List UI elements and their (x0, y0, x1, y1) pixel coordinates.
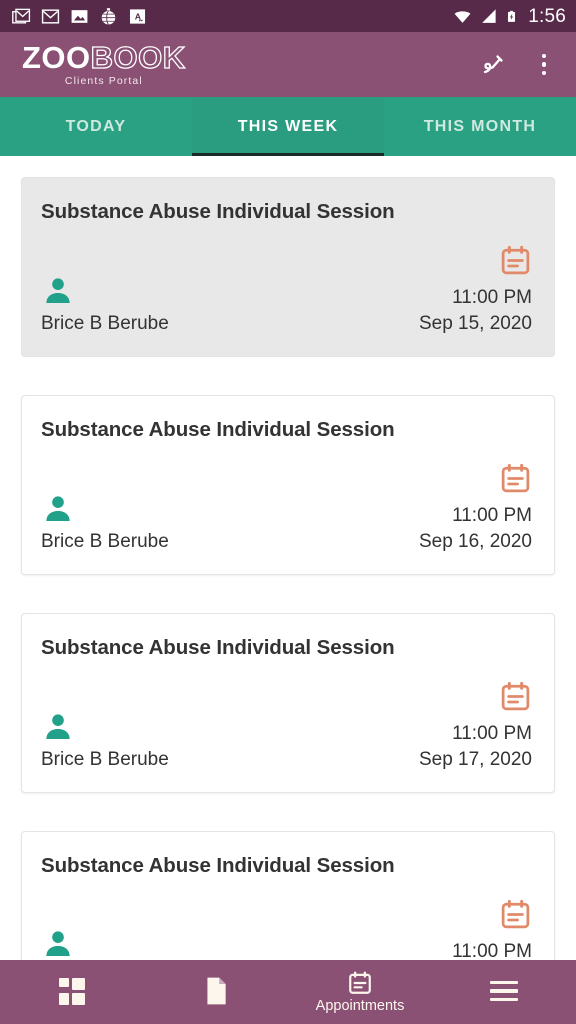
person-icon (46, 931, 70, 957)
status-bar-system: 1:56 (453, 7, 566, 26)
appointment-date: Sep 15, 2020 (418, 313, 532, 334)
app-logo: ZOO BOOK Clients Portal (22, 40, 186, 87)
appointment-client-name: Brice B Berube (41, 531, 169, 552)
appointment-date: Sep 17, 2020 (418, 749, 532, 770)
appointment-time: 11:00 PM (452, 287, 532, 308)
nav-item-documents[interactable] (144, 960, 288, 1024)
status-bar: A 1:56 (0, 0, 576, 32)
appointment-title: Substance Abuse Individual Session (41, 854, 395, 877)
appointment-time: 11:00 PM (452, 505, 532, 526)
overflow-menu-icon (541, 53, 547, 76)
appointment-client (41, 927, 75, 960)
logo-zoo-text: ZOO (22, 40, 91, 75)
document-icon (207, 977, 226, 1005)
appointment-client-name: Brice B Berube (41, 313, 169, 334)
appointment-when: 11:00 PM Sep 17, 2020 (419, 680, 532, 772)
appointment-card[interactable]: Substance Abuse Individual Session 11:00… (21, 831, 555, 960)
hamburger-menu-icon (490, 980, 518, 1002)
calendar-icon (501, 681, 530, 711)
calendar-icon (501, 899, 530, 929)
status-bar-notifications: A (12, 7, 147, 26)
tab-today-label: TODAY (65, 117, 127, 135)
appointment-client-name: Brice B Berube (41, 749, 169, 770)
appointment-time: 11:00 PM (452, 723, 532, 744)
app-bar-actions (478, 50, 558, 80)
logo-text-row: ZOO BOOK (22, 40, 186, 75)
appointment-title: Substance Abuse Individual Session (41, 418, 395, 441)
appointment-details: Brice B Berube 11:00 PM Sep 17, 2020 (41, 680, 532, 772)
nav-item-appointments-label: Appointments (315, 998, 405, 1014)
appointment-client: Brice B Berube (41, 274, 169, 336)
appointment-card[interactable]: Substance Abuse Individual Session Brice… (21, 177, 555, 357)
calendar-icon (349, 971, 371, 994)
overflow-menu-button[interactable] (530, 50, 558, 80)
person-icon (46, 278, 70, 304)
appointments-list[interactable]: Substance Abuse Individual Session Brice… (0, 156, 576, 960)
appointment-when: 11:00 PM Sep 15, 2020 (419, 244, 532, 336)
appointment-title: Substance Abuse Individual Session (41, 636, 395, 659)
appointment-when: 11:00 PM (452, 898, 532, 960)
gmail-icon (41, 8, 60, 24)
appointment-client: Brice B Berube (41, 492, 169, 554)
appointment-details: Brice B Berube 11:00 PM Sep 15, 2020 (41, 244, 532, 336)
nav-item-menu[interactable] (432, 960, 576, 1024)
appointment-time: 11:00 PM (452, 941, 532, 960)
tab-this-month[interactable]: THIS MONTH (384, 97, 576, 156)
appointment-date: Sep 16, 2020 (418, 531, 532, 552)
globe-icon (101, 7, 116, 25)
tab-this-week-label: THIS WEEK (237, 117, 339, 135)
logo-book-text: BOOK (90, 40, 186, 75)
dashboard-grid-icon (59, 977, 85, 1005)
appointment-title: Substance Abuse Individual Session (41, 200, 395, 223)
person-icon (46, 714, 70, 740)
battery-charging-icon (508, 10, 516, 22)
tab-this-month-label: THIS MONTH (423, 117, 537, 135)
signature-edit-button[interactable] (478, 50, 506, 80)
appointment-client: Brice B Berube (41, 710, 169, 772)
calendar-icon (501, 463, 530, 493)
app-bar: ZOO BOOK Clients Portal (0, 32, 576, 97)
person-icon (46, 496, 70, 522)
period-tab-bar: TODAY THIS WEEK THIS MONTH (0, 97, 576, 156)
calendar-icon (501, 245, 530, 275)
photo-icon (71, 9, 88, 23)
appointment-when: 11:00 PM Sep 16, 2020 (419, 462, 532, 554)
appointment-card[interactable]: Substance Abuse Individual Session Brice… (21, 395, 555, 575)
gmail-stack-icon (12, 8, 31, 24)
appointment-details: 11:00 PM (41, 898, 532, 960)
tab-today[interactable]: TODAY (0, 97, 192, 156)
nav-item-appointments[interactable]: Appointments (288, 960, 432, 1024)
wifi-icon (454, 10, 471, 23)
app-root: A 1:56 ZOO BOOK Clients Portal TODAY THI… (0, 0, 576, 1024)
signature-edit-icon (483, 54, 503, 73)
nav-item-dashboard[interactable] (0, 960, 144, 1024)
appointment-details: Brice B Berube 11:00 PM Sep 16, 2020 (41, 462, 532, 554)
status-bar-clock: 1:56 (528, 5, 566, 27)
logo-subtitle: Clients Portal (64, 75, 143, 87)
appointment-card[interactable]: Substance Abuse Individual Session Brice… (21, 613, 555, 793)
tab-this-week[interactable]: THIS WEEK (192, 97, 384, 156)
translate-icon: A (129, 8, 146, 24)
svg-text:A: A (135, 11, 142, 21)
signal-icon (482, 8, 496, 23)
bottom-navigation: Appointments (0, 960, 576, 1024)
